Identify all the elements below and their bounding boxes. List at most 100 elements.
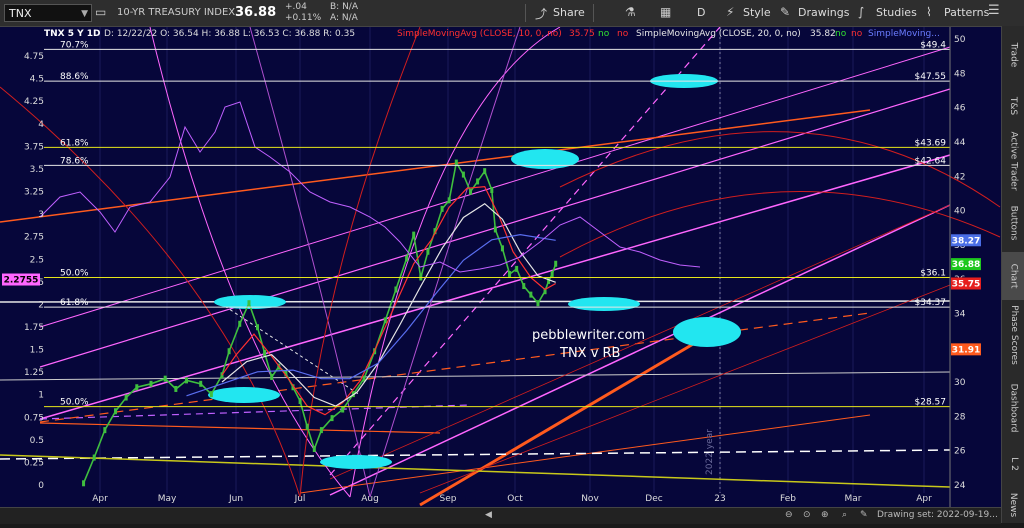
period-button[interactable]: D [697,4,705,22]
candle-mark [247,300,251,307]
candle-mark [227,348,231,355]
toolbar-divider [525,4,526,22]
arc-drawing [249,27,371,498]
right-axis-tick-label: 24 [954,481,966,491]
drawing-set-icon[interactable]: ✎ [860,510,868,520]
price-tag-label: 35.75 [952,279,980,289]
zoom-in-icon[interactable]: ⊕ [821,510,829,520]
candle-mark [92,454,96,461]
candle-mark [469,188,472,195]
symbol-text: TNX [9,7,32,20]
fib-level-price: $47.55 [915,72,947,82]
price-chart[interactable]: 70.7% $49.4 88.6% $47.55 61.8% $43.69 78.6% $42… [0,27,1001,507]
arc-drawing [369,27,521,498]
trendline [0,449,951,460]
x-axis-tick-label: May [158,494,177,504]
sidebar-tab-t-s[interactable]: T&S [1002,84,1024,128]
pencil-icon: ✎ [780,5,791,19]
sidebar-tab-label: Dashboard [1008,383,1019,433]
year-watermark: 2022 year [705,429,715,475]
drawings-button[interactable]: Drawings [798,4,849,22]
candle-mark [330,415,334,422]
arc-drawing [299,27,421,498]
candle-mark [341,406,345,413]
sidebar-tab-buttons[interactable]: Buttons [1002,194,1024,252]
sidebar-tab-label: L 2 [1008,457,1019,471]
left-axis-tick-label: 4.25 [24,97,44,107]
left-axis-tick-label: 1 [38,391,44,401]
left-axis-tick-label: 2.5 [30,255,44,265]
drawing-set-label[interactable]: Drawing set: 2022-09-19... [877,510,998,520]
sidebar-tab-active-trader[interactable]: Active Trader [1002,128,1024,194]
fib-level-label: 88.6% [60,72,89,82]
sma20-flag2: no [851,29,863,39]
chart-title: TNX 5 Y 1D [44,29,101,39]
candle-mark [554,260,558,267]
right-axis-tick-label: 44 [954,138,966,148]
left-axis-tick-label: 1.5 [30,346,44,356]
fib-level-label: 70.7% [60,40,89,50]
share-button[interactable]: Share [553,4,585,22]
candle-mark [135,384,139,391]
sidebar-tab-phase-scores[interactable]: Phase Scores [1002,300,1024,370]
candle-mark [298,397,302,404]
fib-level-label: 61.8% [60,138,89,148]
style-button[interactable]: Style [743,4,771,22]
candle-mark [383,317,387,324]
candle-mark [270,373,274,380]
left-axis-tick-label: 0.25 [24,458,44,468]
grid-icon[interactable]: ▦ [660,5,671,19]
left-axis-tick-label: 4 [38,120,44,130]
watermark-site: pebblewriter.com [532,328,645,343]
magnifier-icon[interactable]: ⌕ [842,510,847,520]
x-axis-tick-label: Jun [228,494,243,504]
studies-button[interactable]: Studies [876,4,917,22]
sidebar-tab-label: News [1008,492,1019,518]
patterns-button[interactable]: Patterns [944,4,989,22]
patterns-icon: ⌇ [926,5,932,19]
candle-mark [124,394,128,401]
candle-mark [305,423,309,430]
candle-mark [394,286,398,293]
left-axis-tick-label: 0.75 [24,413,44,423]
left-axis-tick-label: 3.5 [30,165,44,175]
chevron-down-icon: ▼ [81,9,88,19]
candle-mark [529,291,533,298]
series-line-tnx [82,160,557,484]
arc-drawing [559,191,1001,258]
symbol-selector[interactable]: TNX ▼ [4,4,92,22]
x-axis-tick-label: Oct [507,494,523,504]
trendline [419,338,701,507]
right-sidebar: Trade T&S Active Trader Buttons Chart Phase S… [1001,26,1024,523]
trendline [39,154,951,420]
fib-level-price: $49.4 [920,40,946,50]
trendline [39,46,951,328]
zoom-out-icon[interactable]: ⊖ [785,510,793,520]
toolbar-divider [593,4,594,22]
sma10-flag: no [598,29,610,39]
x-axis-tick-label: Apr [916,494,932,504]
left-axis-tick-label: 3.75 [24,142,44,152]
highlight-ellipse [511,149,579,169]
sidebar-tab-label: Phase Scores [1008,305,1019,365]
candle-mark [319,427,323,434]
sidebar-tab-chart[interactable]: Chart [1002,252,1024,300]
left-axis-tick-label: 1.75 [24,323,44,333]
flask-icon[interactable]: ⚗ [625,5,636,19]
candle-mark [412,231,416,238]
sidebar-tab-dashboard[interactable]: Dashboard [1002,370,1024,446]
sidebar-tab-news[interactable]: News [1002,482,1024,528]
sidebar-tab-trade[interactable]: Trade [1002,26,1024,84]
fib-level-label: 50.0% [60,268,89,278]
menu-icon[interactable]: ☰ [988,3,1000,18]
left-rate-tag-label: 2.2755 [4,276,39,286]
arc-drawing [0,86,301,498]
watermark-subtitle: TNX v RB [559,346,620,361]
sidebar-tab-l-2[interactable]: L 2 [1002,446,1024,482]
zoom-fit-icon[interactable]: ⊙ [803,510,811,520]
link-icon[interactable]: ▭ [95,5,106,19]
sma10-value: 35.75 [569,29,595,39]
chart-svg[interactable]: 70.7% $49.4 88.6% $47.55 61.8% $43.69 78.6% $42… [0,27,1001,507]
left-axis-tick-label: 4.75 [24,52,44,62]
scroll-left-icon[interactable]: ◀ [485,510,492,520]
